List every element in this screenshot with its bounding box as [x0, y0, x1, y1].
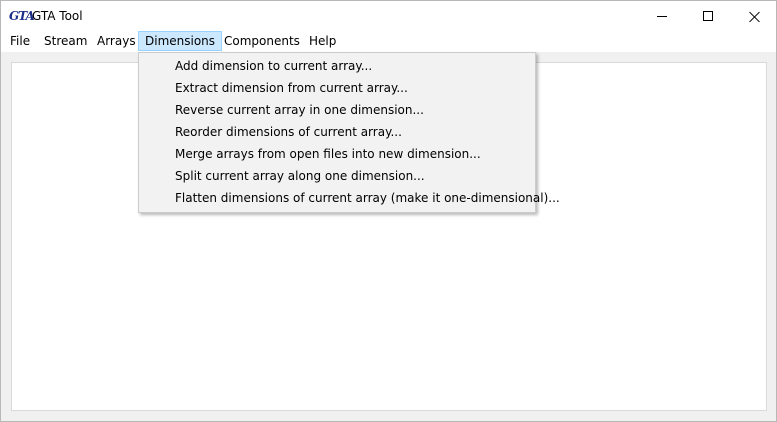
menu-item-reverse-array[interactable]: Reverse current array in one dimension..… [141, 99, 533, 121]
close-icon [749, 11, 760, 22]
menu-item-split-array[interactable]: Split current array along one dimension.… [141, 165, 533, 187]
menu-item-flatten-dimensions[interactable]: Flatten dimensions of current array (mak… [141, 187, 560, 209]
menu-dimensions[interactable]: Dimensions [138, 31, 223, 51]
dimensions-dropdown-menu: Add dimension to current array... Extrac… [138, 52, 560, 213]
window-title: GTA Tool [32, 9, 83, 23]
close-button[interactable] [731, 1, 777, 31]
menu-help[interactable]: Help [303, 31, 342, 51]
minimize-button[interactable] [639, 1, 685, 31]
minimize-icon [657, 15, 667, 17]
menu-item-reorder-dimensions[interactable]: Reorder dimensions of current array... [141, 121, 533, 143]
menu-stream[interactable]: Stream [38, 31, 93, 51]
menu-arrays[interactable]: Arrays [91, 31, 142, 51]
menu-item-extract-dimension[interactable]: Extract dimension from current array... [141, 77, 533, 99]
maximize-button[interactable] [685, 1, 731, 31]
gta-app-icon: GTA [9, 9, 35, 23]
menu-file[interactable]: File [4, 31, 36, 51]
menu-bar: File Stream Arrays Dimensions Components… [1, 31, 776, 52]
maximize-icon [703, 11, 713, 21]
menu-components[interactable]: Components [218, 31, 306, 51]
title-bar[interactable]: GTA GTA Tool [1, 1, 776, 31]
menu-item-merge-arrays[interactable]: Merge arrays from open files into new di… [141, 143, 533, 165]
app-window: GTA GTA Tool File Stream Arrays Dimensio… [0, 0, 777, 422]
menu-item-add-dimension[interactable]: Add dimension to current array... [141, 55, 533, 77]
